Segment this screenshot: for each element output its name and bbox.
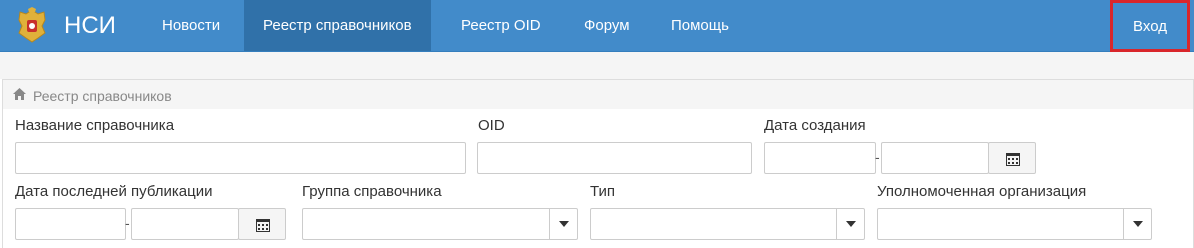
login-button[interactable]: Вход: [1110, 0, 1190, 52]
name-label: Название справочника: [15, 117, 175, 134]
page-gap: [0, 52, 1194, 79]
oid-label: OID: [478, 117, 505, 134]
group-label: Группа справочника: [302, 183, 442, 200]
nav-news[interactable]: Новости: [144, 0, 238, 51]
created-date-calendar-button[interactable]: [988, 142, 1036, 174]
nav-help[interactable]: Помощь: [653, 0, 747, 51]
created-date-to-input[interactable]: [881, 142, 989, 174]
nav-forum[interactable]: Форум: [566, 0, 648, 51]
breadcrumb: Реестр справочников: [2, 79, 1194, 109]
caret-down-icon: [1133, 221, 1143, 227]
breadcrumb-current: Реестр справочников: [33, 88, 172, 104]
brand[interactable]: НСИ: [12, 5, 116, 47]
type-select-toggle[interactable]: [836, 209, 864, 239]
top-navbar: НСИ Новости Реестр справочников Реестр O…: [0, 0, 1194, 52]
published-date-from-input[interactable]: [15, 208, 126, 240]
organization-select-toggle[interactable]: [1123, 209, 1151, 239]
group-select-toggle[interactable]: [549, 209, 577, 239]
created-date-label: Дата создания: [764, 117, 866, 134]
organization-select[interactable]: [877, 208, 1152, 240]
coat-of-arms-icon: [18, 7, 46, 43]
nav-oid-registry[interactable]: Реестр OID: [443, 0, 559, 51]
oid-input[interactable]: [477, 142, 752, 174]
created-date-from-input[interactable]: [764, 142, 876, 174]
published-date-label: Дата последней публикации: [15, 183, 213, 200]
home-icon: [13, 88, 26, 100]
type-select[interactable]: [590, 208, 865, 240]
nav-registry-active[interactable]: Реестр справочников: [244, 0, 431, 51]
published-date-to-input[interactable]: [131, 208, 239, 240]
group-select[interactable]: [302, 208, 578, 240]
caret-down-icon: [846, 221, 856, 227]
created-date-separator: -: [875, 149, 880, 165]
published-date-separator: -: [125, 215, 130, 231]
name-input[interactable]: [15, 142, 466, 174]
organization-label: Уполномоченная организация: [877, 183, 1087, 200]
calendar-icon: [256, 219, 270, 232]
caret-down-icon: [559, 221, 569, 227]
type-label: Тип: [590, 183, 616, 200]
calendar-icon: [1006, 153, 1020, 166]
published-date-calendar-button[interactable]: [238, 208, 286, 240]
brand-title: НСИ: [64, 12, 116, 39]
